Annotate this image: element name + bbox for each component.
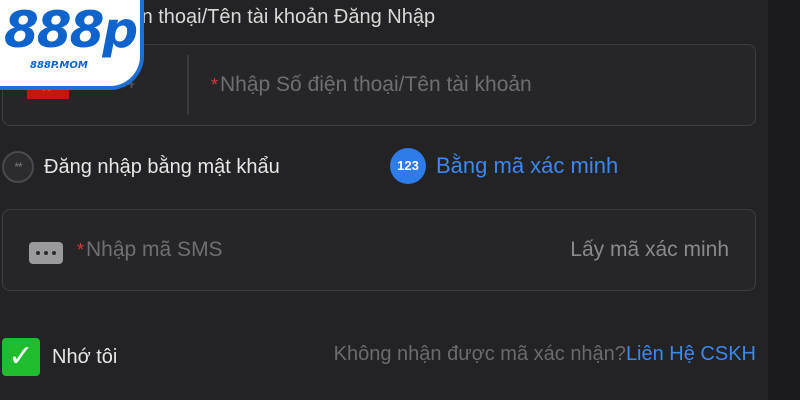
phone-placeholder[interactable]: Nhập Số điện thoại/Tên tài khoản [220, 73, 532, 96]
verification-code-label[interactable]: Bằng mã xác minh [436, 153, 618, 179]
password-icon: ** [2, 151, 34, 183]
remember-me[interactable]: ✓ Nhớ tôi [2, 338, 117, 376]
field-divider [187, 55, 189, 115]
sms-placeholder[interactable]: Nhập mã SMS [86, 238, 223, 261]
checkbox-checked-icon[interactable]: ✓ [2, 338, 40, 376]
brand-logo[interactable]: 888p 888P.MOM [0, 0, 144, 90]
verification-code-option[interactable]: 123 Bằng mã xác minh [390, 148, 618, 184]
password-login-option[interactable]: ** Đăng nhập bằng mật khẩu [2, 150, 280, 184]
sms-input[interactable]: *Nhập mã SMS [77, 238, 223, 262]
numeric-code-icon: 123 [390, 148, 426, 184]
contact-support-link[interactable]: Liên Hệ CSKH [626, 343, 756, 365]
required-mark: * [77, 240, 85, 260]
password-login-label[interactable]: Đăng nhập bằng mật khẩu [44, 156, 280, 179]
logo-text: 888p [4, 1, 138, 59]
sms-field[interactable]: *Nhập mã SMS Lấy mã xác minh [2, 209, 756, 291]
required-mark: * [211, 75, 219, 95]
logo-subtext: 888P.MOM [30, 60, 88, 71]
get-code-button[interactable]: Lấy mã xác minh [570, 238, 729, 262]
remember-me-label[interactable]: Nhớ tôi [52, 346, 117, 369]
phone-input[interactable]: *Nhập Số điện thoại/Tên tài khoản [211, 73, 532, 97]
form-title: iện thoại/Tên tài khoản Đăng Nhập [126, 6, 436, 28]
help-text: Không nhận được mã xác nhận?Liên Hệ CSKH [334, 340, 756, 368]
help-message: Không nhận được mã xác nhận? [333, 343, 626, 365]
right-edge-panel [768, 0, 800, 400]
password-dots-icon [29, 242, 63, 264]
